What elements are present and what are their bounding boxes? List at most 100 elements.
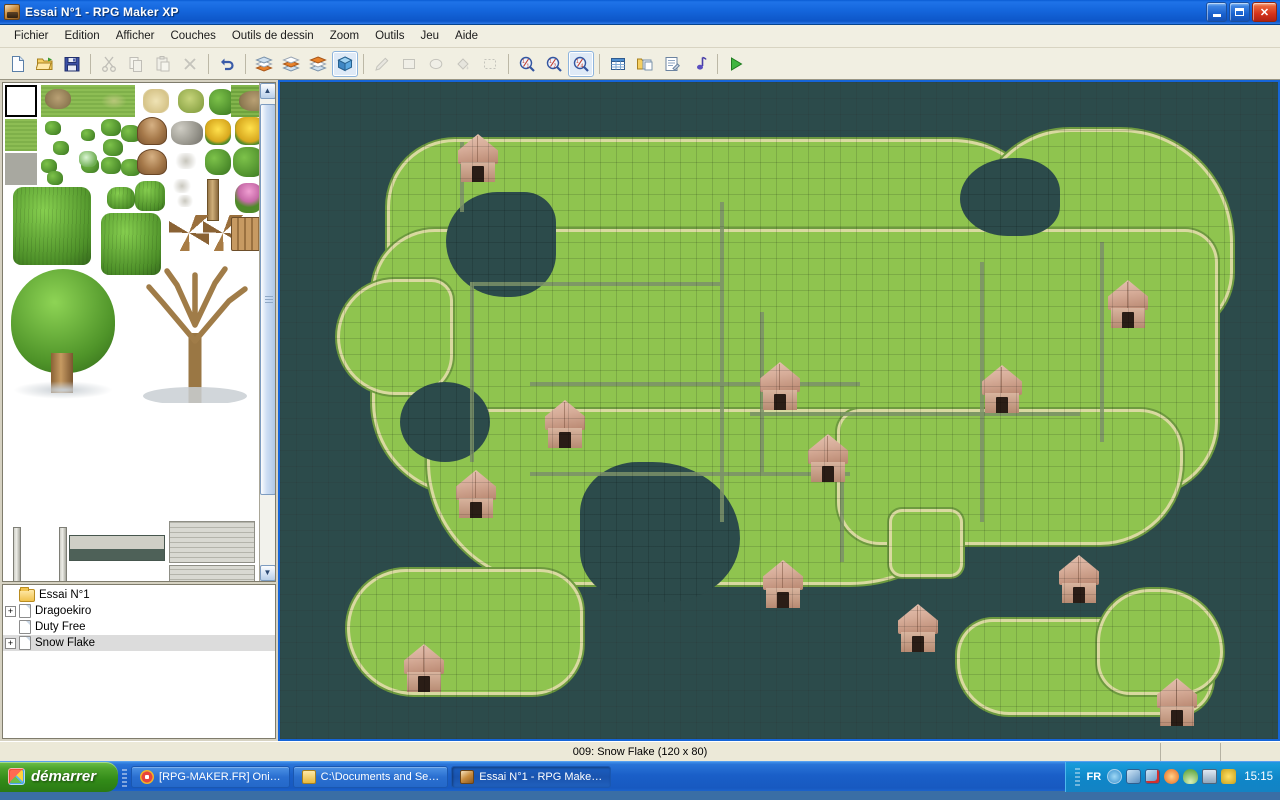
- map-house-sprite[interactable]: [404, 644, 444, 692]
- menu-afficher[interactable]: Afficher: [108, 27, 163, 45]
- database-icon[interactable]: [605, 51, 631, 77]
- tile-rock-small[interactable]: [173, 153, 199, 169]
- play-icon[interactable]: [723, 51, 749, 77]
- tile-pebbles[interactable]: [175, 195, 195, 207]
- tile-tall-grass-large[interactable]: [13, 187, 91, 265]
- scroll-thumb[interactable]: [259, 103, 275, 496]
- menu-zoom[interactable]: Zoom: [322, 27, 367, 45]
- zoom-1-1-icon[interactable]: 1 1: [514, 51, 540, 77]
- minimize-button[interactable]: [1206, 2, 1227, 22]
- tile-pit[interactable]: [239, 91, 259, 111]
- save-icon[interactable]: [59, 51, 85, 77]
- tileset-scrollbar[interactable]: ▲ ▼: [259, 83, 275, 581]
- antivirus-icon[interactable]: [1221, 769, 1237, 784]
- menu-couches[interactable]: Couches: [162, 27, 223, 45]
- cut-icon[interactable]: [96, 51, 122, 77]
- materials-icon[interactable]: [632, 51, 658, 77]
- tile-log-stack[interactable]: [231, 217, 259, 251]
- tile-tall-grass-small[interactable]: [135, 181, 165, 211]
- event-layer-icon[interactable]: [332, 50, 358, 77]
- expander-icon[interactable]: +: [5, 605, 16, 617]
- map-house-sprite[interactable]: [1157, 678, 1197, 726]
- scroll-track[interactable]: [259, 99, 275, 565]
- taskbar-item-browser[interactable]: [RPG-MAKER.FR] Oni…: [131, 765, 290, 788]
- tileset-palette[interactable]: [3, 83, 259, 581]
- menu-outils-de-dessin[interactable]: Outils de dessin: [224, 27, 322, 45]
- select-icon[interactable]: [477, 51, 503, 77]
- taskbar-item-explorer[interactable]: C:\Documents and Se…: [292, 765, 449, 788]
- tile-bush-pale[interactable]: [178, 89, 204, 113]
- tile-grass-a[interactable]: [5, 119, 37, 151]
- map-house-sprite[interactable]: [898, 604, 938, 652]
- taskbar-item-rpgmaker[interactable]: Essai N°1 - RPG Make…: [451, 765, 612, 788]
- tile-selected-blank[interactable]: [5, 85, 37, 117]
- sound-icon[interactable]: [686, 51, 712, 77]
- zoom-1-4-icon[interactable]: 1 4: [568, 50, 594, 77]
- zoom-1-2-icon[interactable]: 1 2: [541, 51, 567, 77]
- expander-icon[interactable]: +: [5, 637, 16, 649]
- tile-grass-patch[interactable]: [101, 93, 127, 109]
- tile-tree-stump[interactable]: [137, 149, 167, 175]
- map-tree-panel[interactable]: Essai N°1 + Dragoekiro Duty Free + Snow …: [2, 584, 276, 739]
- ellipse-icon[interactable]: [423, 51, 449, 77]
- paste-icon[interactable]: [150, 51, 176, 77]
- tile-small-bush[interactable]: [45, 121, 61, 135]
- tile-fence-post[interactable]: [13, 527, 21, 581]
- layer3-icon[interactable]: [305, 51, 331, 77]
- menu-jeu[interactable]: Jeu: [413, 27, 448, 45]
- rectangle-icon[interactable]: [396, 51, 422, 77]
- tile-flower-bush[interactable]: [79, 151, 97, 167]
- tile-dead-tree[interactable]: [133, 263, 259, 405]
- tile-bush-cluster[interactable]: [101, 119, 121, 136]
- tile-bush-cluster[interactable]: [101, 157, 121, 174]
- close-button[interactable]: ✕: [1252, 2, 1277, 22]
- map-tree-node-snow-flake[interactable]: + Snow Flake: [3, 635, 275, 651]
- tile-fence-post[interactable]: [59, 527, 67, 581]
- map-house-sprite[interactable]: [456, 470, 496, 518]
- tile-plank-wall[interactable]: [169, 565, 255, 581]
- map-house-sprite[interactable]: [982, 365, 1022, 413]
- tile-tree-shadow[interactable]: [13, 381, 113, 399]
- menu-fichier[interactable]: Fichier: [6, 27, 57, 45]
- menu-aide[interactable]: Aide: [447, 27, 486, 45]
- network-error-icon[interactable]: [1145, 769, 1161, 784]
- tile-bush-cluster[interactable]: [103, 139, 123, 156]
- tile-pebbles[interactable]: [171, 179, 193, 193]
- tile-plank-wall[interactable]: [169, 521, 255, 563]
- map-house-sprite[interactable]: [763, 560, 803, 608]
- scroll-up-icon[interactable]: ▲: [259, 83, 275, 99]
- map-house-sprite[interactable]: [760, 362, 800, 410]
- tile-small-bush[interactable]: [47, 171, 63, 185]
- map-house-sprite[interactable]: [545, 400, 585, 448]
- menu-edition[interactable]: Edition: [57, 27, 108, 45]
- system-clock[interactable]: 15:15: [1244, 771, 1273, 783]
- pencil-icon[interactable]: [369, 51, 395, 77]
- tile-bridge-rail[interactable]: [69, 535, 165, 561]
- tile-dry-bush-a[interactable]: [143, 89, 169, 113]
- wireless-icon[interactable]: [1183, 769, 1199, 784]
- map-tree-node-dragoekiro[interactable]: + Dragoekiro: [3, 603, 275, 619]
- tile-pink-flower[interactable]: [235, 183, 259, 213]
- map-tree-node-root[interactable]: Essai N°1: [3, 586, 275, 603]
- tile-small-bush[interactable]: [81, 129, 95, 141]
- map-house-sprite[interactable]: [458, 134, 498, 182]
- map-editor-canvas[interactable]: [280, 82, 1278, 739]
- fill-icon[interactable]: [450, 51, 476, 77]
- scroll-down-icon[interactable]: ▼: [259, 565, 275, 581]
- show-hidden-icon[interactable]: [1107, 769, 1123, 784]
- new-file-icon[interactable]: [5, 51, 31, 77]
- language-indicator[interactable]: FR: [1087, 771, 1102, 783]
- tile-yellow-flowers[interactable]: [205, 119, 231, 145]
- tile-tall-grass-small[interactable]: [107, 187, 135, 209]
- tile-leafy-bush[interactable]: [233, 147, 259, 177]
- menu-outils[interactable]: Outils: [367, 27, 412, 45]
- tile-tree-stump[interactable]: [137, 117, 167, 145]
- map-viewport[interactable]: [278, 80, 1280, 741]
- tile-rock-pile[interactable]: [171, 121, 203, 145]
- layer1-icon[interactable]: [251, 51, 277, 77]
- tile-yellow-flowers[interactable]: [235, 117, 259, 145]
- update-icon[interactable]: [1164, 769, 1180, 784]
- restore-button[interactable]: [1229, 2, 1250, 22]
- start-button[interactable]: démarrer: [0, 761, 119, 792]
- script-icon[interactable]: [659, 51, 685, 77]
